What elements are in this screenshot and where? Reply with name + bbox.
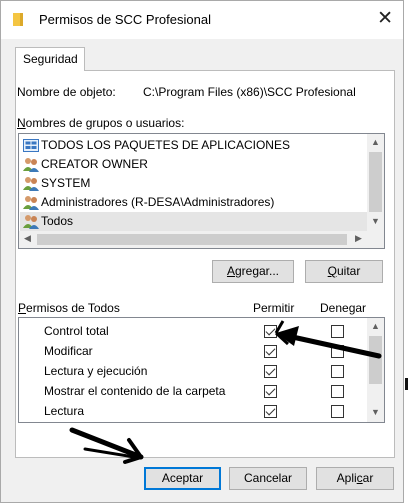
tab-seguridad[interactable]: Seguridad [15, 47, 85, 71]
list-item-label: Administradores (R-DESA\Administradores) [41, 195, 275, 209]
allow-checkbox[interactable] [264, 385, 277, 398]
groups-vertical-scrollbar[interactable]: ▲ ▼ [367, 134, 384, 231]
object-name-row: Nombre de objeto: C:\Program Files (x86)\… [17, 85, 356, 99]
deny-checkbox[interactable] [331, 365, 344, 378]
permission-row-read-execute: Lectura y ejecución [19, 361, 367, 381]
scroll-up-icon[interactable]: ▲ [367, 137, 384, 147]
list-item-creator-owner[interactable]: CREATOR OWNER [20, 155, 367, 174]
users-icon [23, 177, 39, 191]
groups-label-text: ombres de grupos o usuarios: [25, 116, 185, 130]
apply-label-end: ar [362, 471, 374, 485]
scroll-up-icon[interactable]: ▲ [367, 321, 384, 331]
apply-label-start: Apli [336, 471, 357, 485]
scrollbar-thumb[interactable] [369, 152, 382, 212]
permissions-list[interactable]: Control total Modificar Lectura y ejecuc… [18, 317, 385, 423]
apply-button[interactable]: Aplicar [316, 467, 394, 490]
permissions-title: Permisos de Todos [18, 301, 120, 315]
allow-checkbox[interactable] [264, 405, 277, 418]
remove-accesskey: Q [327, 264, 337, 278]
users-icon [23, 158, 39, 172]
remove-button[interactable]: Quitar [305, 260, 383, 283]
list-item-label: Todos [41, 214, 74, 228]
remove-label: uitar [337, 264, 361, 278]
groups-label: Nombres de grupos o usuarios: [17, 116, 184, 130]
folder-icon [13, 13, 23, 26]
title-bar[interactable]: Permisos de SCC Profesional ✕ [1, 1, 403, 39]
deny-checkbox[interactable] [331, 325, 344, 338]
list-item-label: CREATOR OWNER [41, 157, 148, 171]
background-window-edge [405, 378, 408, 390]
cancel-button[interactable]: Cancelar [229, 467, 307, 490]
permissions-dialog: Permisos de SCC Profesional ✕ Seguridad … [0, 0, 404, 503]
allow-column-header: Permitir [253, 301, 295, 315]
add-accesskey: A [226, 264, 235, 278]
permission-row-read: Lectura [19, 401, 367, 421]
users-icon [23, 215, 39, 229]
scrollbar-thumb[interactable] [37, 234, 347, 245]
groups-label-accesskey: N [17, 116, 26, 130]
deny-checkbox[interactable] [331, 405, 344, 418]
deny-column-header: Denegar [320, 301, 367, 315]
list-item-label: SYSTEM [41, 176, 91, 190]
groups-listbox[interactable]: TODOS LOS PAQUETES DE APLICACIONES CREAT… [18, 133, 385, 249]
deny-checkbox[interactable] [331, 385, 344, 398]
list-item-todos[interactable]: Todos [20, 212, 367, 231]
close-button[interactable]: ✕ [377, 7, 393, 31]
allow-checkbox[interactable] [264, 325, 277, 338]
list-item-label: TODOS LOS PAQUETES DE APLICACIONES [41, 138, 290, 152]
scroll-left-icon[interactable]: ◀ [19, 233, 36, 244]
scrollbar-thumb[interactable] [369, 336, 382, 384]
permission-name: Lectura [44, 404, 85, 418]
users-icon [23, 196, 39, 210]
permission-row-full-control: Control total [19, 321, 367, 341]
permission-row-modify: Modificar [19, 341, 367, 361]
list-item-all-app-packages[interactable]: TODOS LOS PAQUETES DE APLICACIONES [20, 136, 367, 155]
list-item-system[interactable]: SYSTEM [20, 174, 367, 193]
scroll-down-icon[interactable]: ▼ [367, 407, 384, 417]
allow-checkbox[interactable] [264, 345, 277, 358]
add-button[interactable]: Agregar... [212, 260, 294, 283]
deny-checkbox[interactable] [331, 345, 344, 358]
window-title: Permisos de SCC Profesional [39, 12, 211, 27]
permissions-accesskey: P [18, 301, 27, 315]
permission-name: Lectura y ejecución [44, 364, 148, 378]
add-label: gregar... [234, 264, 280, 278]
object-name-label: Nombre de objeto: [17, 85, 116, 99]
permissions-vertical-scrollbar[interactable]: ▲ ▼ [367, 318, 384, 422]
permission-name: Mostrar el contenido de la carpeta [44, 384, 226, 398]
scroll-right-icon[interactable]: ▶ [350, 233, 367, 244]
scroll-down-icon[interactable]: ▼ [367, 216, 384, 226]
accept-button[interactable]: Aceptar [144, 467, 221, 490]
allow-checkbox[interactable] [264, 365, 277, 378]
list-item-administradores[interactable]: Administradores (R-DESA\Administradores) [20, 193, 367, 212]
permission-row-list-folder: Mostrar el contenido de la carpeta [19, 381, 367, 401]
object-name-value: C:\Program Files (x86)\SCC Profesional [143, 85, 356, 99]
permissions-title-text: ermisos de Todos [26, 301, 120, 315]
permission-name: Control total [44, 324, 109, 338]
permission-name: Modificar [44, 344, 93, 358]
groups-horizontal-scrollbar[interactable]: ◀ ▶ [19, 231, 384, 248]
app-packages-icon [23, 139, 39, 152]
